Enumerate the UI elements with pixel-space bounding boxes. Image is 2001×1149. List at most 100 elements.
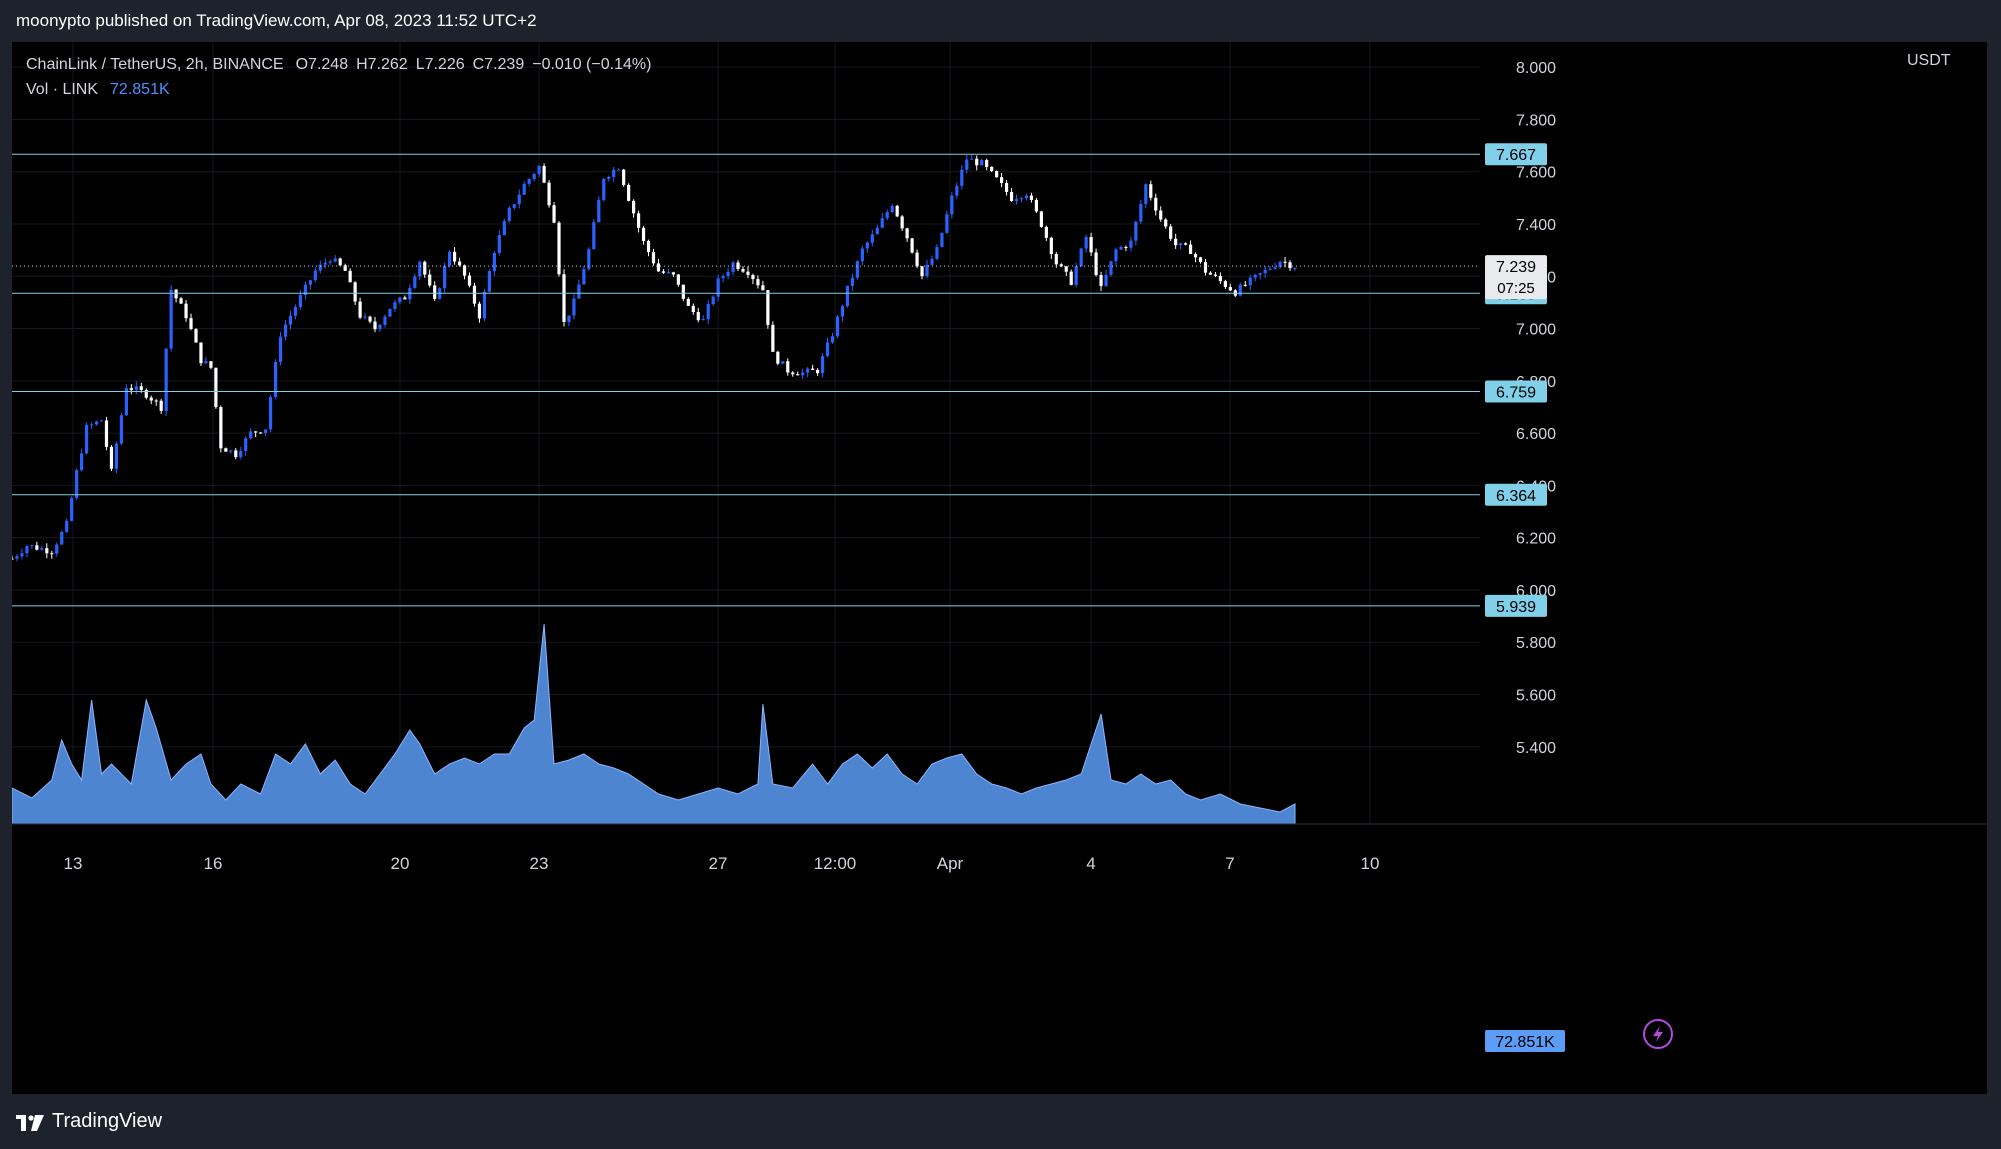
candle-body (1019, 198, 1024, 200)
countdown-label: 07:25 (1497, 280, 1535, 297)
candle-body (482, 291, 487, 319)
candle-body (169, 289, 173, 349)
candle-body (1213, 274, 1218, 276)
publisher-header: moonypto published on TradingView.com, A… (0, 0, 2001, 42)
candle-body (890, 205, 894, 213)
candle-body (497, 235, 501, 253)
candle-body (925, 264, 929, 277)
candle-body (1228, 287, 1232, 291)
volume-value: 72.851K (110, 81, 170, 98)
candle-body (696, 312, 700, 321)
candle-body (691, 305, 695, 313)
candle-body (970, 158, 974, 160)
candle-body (199, 342, 203, 364)
horizontal-levels[interactable]: 7.6677.1356.7596.3645.9397.23907:2572.85… (12, 143, 1565, 1052)
candle-body (60, 531, 64, 545)
candle-body (383, 316, 387, 325)
candle-body (1154, 197, 1158, 211)
candle-body (1248, 277, 1252, 286)
candle-body (791, 372, 795, 375)
symbol-title[interactable]: ChainLink / TetherUS, 2h, BINANCE (26, 52, 284, 77)
candle-body (1119, 246, 1123, 250)
candle-body (244, 438, 248, 451)
candle-body (358, 301, 362, 318)
candle-body (84, 424, 89, 454)
candle-body (134, 386, 138, 390)
candle-body (452, 251, 457, 262)
candle-body (1074, 266, 1078, 285)
candle-body (1024, 195, 1029, 199)
chart-panel[interactable]: 8.0007.8007.6007.4007.2007.0006.8006.600… (12, 42, 1987, 1094)
x-tick-label-0: 13 (64, 854, 83, 873)
candle-body (990, 166, 994, 172)
candle-body (920, 266, 924, 277)
candle-body (1064, 266, 1068, 272)
candle-body (1099, 275, 1103, 286)
chart-canvas[interactable]: 8.0007.8007.6007.4007.2007.0006.8006.600… (12, 42, 1987, 1094)
candle-body (1069, 271, 1073, 285)
candle-body (30, 545, 34, 547)
candle-body (512, 204, 516, 208)
candle-body (457, 261, 462, 266)
candle-body (154, 400, 158, 402)
candle-body (850, 277, 855, 286)
candle-body (776, 351, 780, 364)
candle-body (965, 159, 969, 170)
y-tick-label-7: 6.600 (1516, 426, 1556, 443)
candle-body (1218, 275, 1223, 282)
open-value: O7.248 (295, 56, 349, 73)
candle-body (532, 174, 536, 179)
candle-body (746, 271, 750, 275)
candle-body (537, 165, 541, 175)
candle-body (820, 356, 825, 374)
candle-body (1258, 273, 1262, 275)
candle-body (597, 199, 601, 223)
candle-body (179, 298, 183, 304)
candle-body (622, 169, 626, 185)
candle-body (716, 278, 720, 297)
candle-body (840, 306, 845, 317)
candle-body (870, 234, 874, 243)
candle-body (428, 274, 432, 286)
candle-body (895, 205, 899, 217)
candle-body (985, 160, 989, 167)
candle-body (567, 315, 571, 322)
candle-body (562, 274, 566, 322)
candle-body (403, 297, 407, 300)
candle-body (577, 284, 581, 299)
high-value: H7.262 (356, 56, 408, 73)
candle-body (1188, 244, 1193, 254)
candle-body (706, 303, 710, 320)
candle-body (448, 251, 452, 266)
candle-body (910, 238, 914, 253)
candle-body (1124, 246, 1128, 248)
x-tick-label-6: Apr (937, 854, 964, 873)
candle-body (651, 252, 656, 264)
candle-body (1134, 221, 1138, 241)
candle-body (20, 553, 24, 557)
candle-body (264, 429, 268, 433)
candle-body (1169, 226, 1173, 239)
level-label-0: 7.667 (1496, 147, 1536, 164)
candle-body (607, 176, 611, 179)
candle-body (1263, 269, 1267, 274)
candle-body (1203, 262, 1208, 273)
candle-body (1288, 262, 1292, 269)
candle-body (50, 553, 54, 555)
candle-body (80, 453, 84, 471)
candle-body (527, 178, 531, 184)
candle-body (283, 324, 288, 337)
price-axis[interactable]: 8.0007.8007.6007.4007.2007.0006.8006.600… (1480, 42, 1987, 1094)
candle-body (328, 261, 332, 263)
tradingview-brand[interactable]: TradingView (16, 1110, 162, 1133)
volume-label[interactable]: Vol · LINK (26, 77, 98, 102)
candle-body (224, 448, 228, 452)
candle-body (761, 285, 765, 291)
level-label-2: 6.759 (1496, 385, 1536, 402)
candle-body (781, 361, 785, 364)
candle-body (632, 200, 636, 214)
candle-body (741, 269, 745, 272)
candle-body (592, 222, 596, 250)
candle-body (617, 169, 621, 171)
candle-body (214, 367, 218, 408)
